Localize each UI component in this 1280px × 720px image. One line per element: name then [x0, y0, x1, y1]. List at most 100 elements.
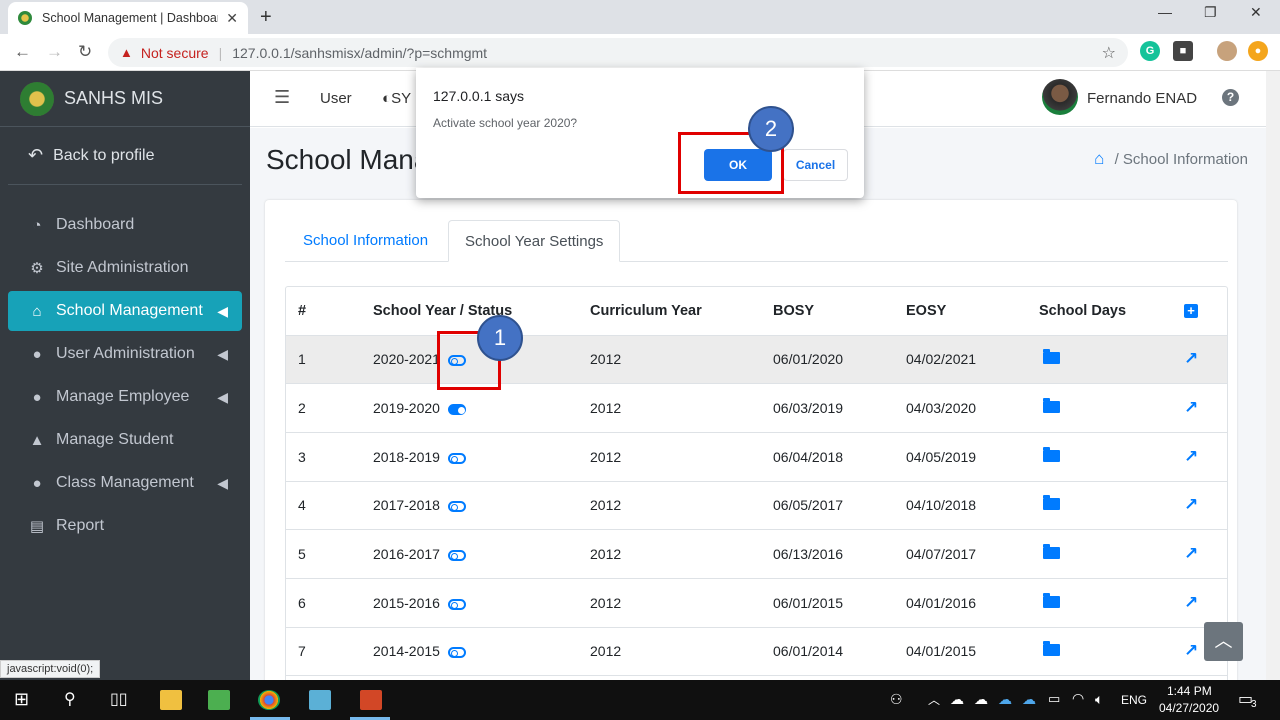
user-link[interactable]: User [320, 90, 352, 107]
scrollbar-thumb[interactable] [1269, 73, 1277, 193]
sidebar-item-dashboard[interactable]: ◔ Dashboard [8, 205, 242, 245]
browser-tab[interactable]: School Management | Dashboarc ✕ [8, 2, 248, 34]
header-curriculum-year: Curriculum Year [578, 287, 761, 336]
help-icon[interactable]: ? [1222, 89, 1239, 106]
file-explorer-icon[interactable] [160, 690, 182, 710]
back-arrow-icon[interactable]: ← [14, 42, 31, 62]
clock-date[interactable]: 04/27/2020 [1159, 701, 1219, 715]
tab-title: School Management | Dashboarc [42, 11, 219, 25]
grammarly-extension-icon[interactable]: G [1140, 41, 1160, 61]
chrome-icon[interactable] [258, 690, 280, 710]
back-to-profile-link[interactable]: ↶ Back to profile [0, 127, 250, 166]
status-toggle-icon[interactable] [447, 501, 466, 513]
hamburger-menu-icon[interactable]: ☰ [274, 87, 290, 108]
onedrive-icon[interactable]: ☁ [1022, 691, 1036, 708]
status-toggle-on-icon[interactable] [447, 403, 466, 415]
sidebar-item-class-management[interactable]: ● Class Management ◀ [8, 463, 242, 503]
home-icon[interactable]: ⌂ [1094, 149, 1104, 168]
header-add: + [1172, 287, 1227, 336]
bookmark-star-icon[interactable]: ☆ [1102, 43, 1116, 63]
extension-orange-icon[interactable]: ● [1248, 41, 1268, 61]
cloud-icon[interactable]: ☁ [950, 691, 964, 708]
wifi-icon[interactable]: ◠ [1072, 690, 1084, 707]
external-link-icon[interactable]: ↗ [1184, 495, 1198, 514]
sidebar-item-manage-student[interactable]: ▲ Manage Student [8, 420, 242, 460]
sidebar-item-report[interactable]: ▤ Report [8, 506, 242, 546]
profile-icon[interactable] [1217, 41, 1237, 61]
breadcrumb-separator: / [1114, 151, 1123, 168]
url-field[interactable]: ▲ Not secure | 127.0.0.1/sanhsmisx/admin… [108, 38, 1128, 67]
powerpoint-icon[interactable] [360, 690, 382, 710]
page-scrollbar[interactable] [1266, 71, 1280, 680]
folder-open-icon[interactable] [1043, 641, 1060, 657]
bosy-date: 06/01/2014 [761, 627, 894, 677]
avatar[interactable] [1042, 79, 1078, 115]
add-square-icon[interactable]: + [1184, 303, 1198, 318]
task-view-icon[interactable]: ▯▯ [110, 689, 128, 709]
sidebar-item-school-management[interactable]: ⌂ School Management ◀ [8, 291, 242, 331]
brand-link[interactable]: SANHS MIS [0, 71, 250, 127]
app-icon[interactable] [309, 690, 331, 710]
external-link-icon[interactable]: ↗ [1184, 544, 1198, 563]
external-link-icon[interactable]: ↗ [1184, 641, 1198, 660]
content-card: School Information School Year Settings … [265, 200, 1237, 680]
external-link-icon[interactable]: ↗ [1184, 349, 1198, 368]
dialog-message: Activate school year 2020? [433, 116, 578, 130]
url-text[interactable]: 127.0.0.1/sanhsmisx/admin/?p=schmgmt [232, 45, 487, 61]
language-indicator[interactable]: ENG [1121, 693, 1147, 707]
search-icon[interactable]: ⚲ [64, 689, 76, 709]
folder-open-icon[interactable] [1043, 592, 1060, 608]
people-icon[interactable]: ⚇ [890, 691, 903, 708]
battery-icon[interactable]: ▭ [1048, 691, 1060, 707]
edit-cell: ↗ [1172, 578, 1227, 628]
bosy-date: 06/01/2020 [761, 335, 894, 385]
external-link-icon[interactable]: ↗ [1184, 447, 1198, 466]
tab-school-year-settings[interactable]: School Year Settings [448, 220, 621, 262]
toggle-icon: ◐ [382, 90, 392, 107]
username[interactable]: Fernando ENAD [1087, 90, 1197, 107]
bosy-date: 06/01/2015 [761, 578, 894, 628]
folder-open-icon[interactable] [1043, 349, 1060, 365]
cancel-button[interactable]: Cancel [783, 149, 848, 181]
notepad-icon[interactable] [208, 690, 230, 710]
cloud-icon[interactable]: ☁ [974, 691, 988, 708]
school-days-cell [1027, 578, 1172, 628]
table-row: 7 2014-2015 2012 06/01/2014 04/01/2015 ↗ [286, 627, 1227, 677]
folder-open-icon[interactable] [1043, 398, 1060, 414]
tab-school-information[interactable]: School Information [303, 232, 428, 249]
status-toggle-icon[interactable] [447, 549, 466, 561]
school-days-cell [1027, 335, 1172, 385]
windows-start-icon[interactable]: ⊞ [14, 689, 29, 710]
onedrive-icon[interactable]: ☁ [998, 691, 1012, 708]
scroll-to-top-button[interactable]: ︿ [1204, 622, 1243, 661]
status-toggle-icon[interactable] [447, 452, 466, 464]
row-number: 4 [286, 481, 361, 531]
new-tab-icon[interactable]: + [260, 6, 272, 29]
extension-icon[interactable]: ■ [1173, 41, 1193, 61]
dialog-title: 127.0.0.1 says [433, 88, 525, 104]
sidebar-item-user-administration[interactable]: ● User Administration ◀ [8, 334, 242, 374]
close-tab-icon[interactable]: ✕ [226, 10, 238, 27]
folder-open-icon[interactable] [1043, 446, 1060, 462]
chevron-up-icon[interactable]: ︿ [928, 691, 940, 708]
school-year-cell: 2015-2016 [361, 578, 578, 628]
security-label[interactable]: Not secure [141, 45, 209, 61]
folder-open-icon[interactable] [1043, 544, 1060, 560]
curriculum-year: 2012 [578, 335, 761, 385]
minimize-icon[interactable]: — [1158, 4, 1172, 20]
status-toggle-icon[interactable] [447, 647, 466, 659]
volume-icon[interactable]: 🔈︎ [1095, 691, 1103, 708]
external-link-icon[interactable]: ↗ [1184, 398, 1198, 417]
sidebar-item-manage-employee[interactable]: ● Manage Employee ◀ [8, 377, 242, 417]
restore-icon[interactable]: ❐ [1204, 4, 1217, 21]
reload-icon[interactable]: ↻ [78, 42, 92, 62]
external-link-icon[interactable]: ↗ [1184, 593, 1198, 612]
header-school-days: School Days [1027, 287, 1172, 336]
folder-open-icon[interactable] [1043, 495, 1060, 511]
close-window-icon[interactable]: ✕ [1250, 4, 1262, 21]
clock-time[interactable]: 1:44 PM [1167, 684, 1212, 698]
status-toggle-icon[interactable] [447, 598, 466, 610]
sidebar-item-site-administration[interactable]: ⚙ Site Administration [8, 248, 242, 288]
forward-arrow-icon[interactable]: → [46, 42, 63, 62]
sy-toggle-link[interactable]: ◐SY [382, 90, 411, 107]
